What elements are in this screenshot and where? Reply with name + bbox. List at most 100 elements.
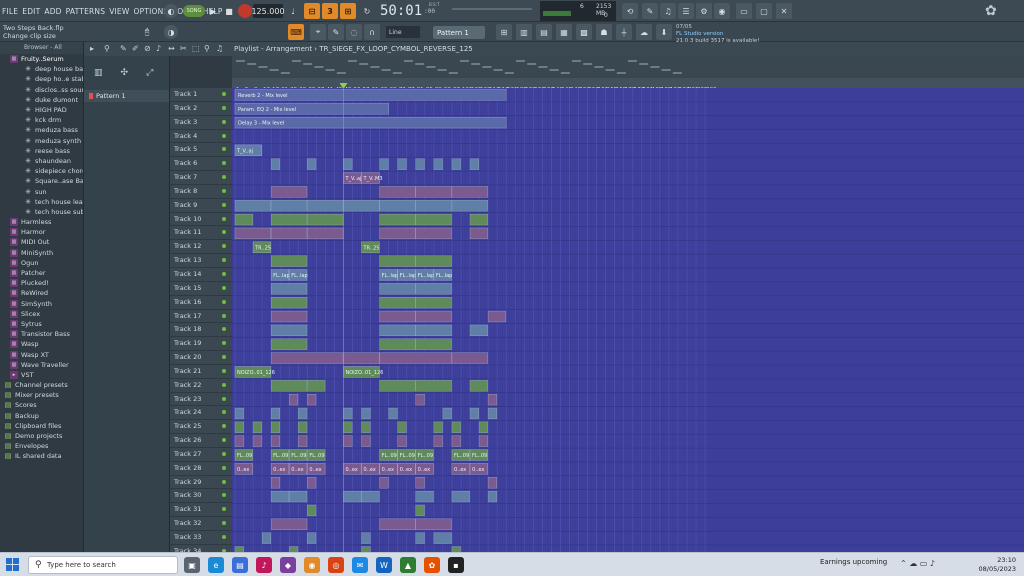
taskbar-search[interactable]: ⚲ Type here to search bbox=[28, 556, 178, 574]
browser-item[interactable]: ▤ IL shared data bbox=[0, 451, 83, 461]
browser-item[interactable]: ▥ Harmless bbox=[0, 217, 83, 227]
track-header[interactable]: Track 23 bbox=[170, 393, 232, 407]
track-header[interactable]: Track 10 bbox=[170, 213, 232, 227]
pattern-select[interactable]: Pattern 1 bbox=[433, 26, 485, 39]
piano-window-icon[interactable]: ▩ bbox=[576, 24, 592, 40]
browser-item[interactable]: ✳ HIGH PAD bbox=[0, 105, 83, 115]
browser-item[interactable]: ✳ disclos..ss sound bbox=[0, 85, 83, 95]
track-header[interactable]: Track 33 bbox=[170, 531, 232, 545]
metronome-icon[interactable]: ♩ bbox=[286, 4, 300, 18]
browser-item[interactable]: ▤ Scores bbox=[0, 400, 83, 410]
mute-tool-icon[interactable]: ♪ bbox=[156, 42, 161, 56]
browser-item[interactable]: ▥ Plucked! bbox=[0, 278, 83, 288]
browser-item[interactable]: ✳ meduza bass bbox=[0, 125, 83, 135]
track-header[interactable]: Track 27 bbox=[170, 448, 232, 462]
record-button[interactable] bbox=[238, 4, 252, 18]
playlist-overview[interactable] bbox=[232, 56, 1024, 78]
track-header[interactable]: Track 4 bbox=[170, 130, 232, 144]
track-header[interactable]: Track 28 bbox=[170, 462, 232, 476]
wait-for-input-icon[interactable]: ⌖ bbox=[310, 24, 326, 40]
track-header[interactable]: Track 13 bbox=[170, 254, 232, 268]
news-panel[interactable]: 07/05 FL Studio version 21.0.3 build 351… bbox=[676, 24, 766, 44]
track-mute-led[interactable] bbox=[222, 92, 226, 96]
select-tool-icon[interactable]: ⬚ bbox=[192, 42, 200, 56]
browser-item[interactable]: ✳ shaundean bbox=[0, 156, 83, 166]
browser-item[interactable]: ▥ Wasp XT bbox=[0, 349, 83, 359]
mixer-window-icon[interactable]: ▤ bbox=[536, 24, 552, 40]
browser-item[interactable]: ▤ Backup bbox=[0, 411, 83, 421]
track-mute-led[interactable] bbox=[222, 368, 226, 373]
browser-item[interactable]: ▥ Ogun bbox=[0, 258, 83, 268]
browser-item[interactable]: ✳ meduza synth bbox=[0, 136, 83, 146]
browser-item[interactable]: ▥ MiniSynth bbox=[0, 248, 83, 258]
track-header[interactable]: Track 26 bbox=[170, 434, 232, 448]
track-mute-led[interactable] bbox=[222, 341, 226, 346]
arrow-icon[interactable]: ▸ bbox=[90, 42, 94, 56]
track-header[interactable]: Track 25 bbox=[170, 420, 232, 435]
browser-item[interactable]: ▥ Slicex bbox=[0, 309, 83, 319]
track-header[interactable]: Track 20 bbox=[170, 351, 232, 365]
track-header[interactable]: Track 21 bbox=[170, 365, 232, 379]
track-header[interactable]: Track 7 bbox=[170, 171, 232, 185]
pattern-list-item[interactable]: Pattern 1 bbox=[84, 90, 169, 102]
timeline-ruler[interactable]: 1591317212529333741454953576165697377818… bbox=[232, 78, 1024, 93]
track-header[interactable]: Track 2 bbox=[170, 102, 232, 116]
track-mute-led[interactable] bbox=[222, 147, 226, 152]
window-minimize-icon[interactable]: ▭ bbox=[736, 3, 752, 19]
edge-icon[interactable]: e bbox=[208, 557, 224, 573]
track-mute-led[interactable] bbox=[222, 119, 226, 124]
track-header[interactable]: Track 31 bbox=[170, 503, 232, 518]
browser-item[interactable]: ▥ MIDI Out bbox=[0, 237, 83, 247]
browser-item[interactable]: ▥ Wasp bbox=[0, 339, 83, 349]
track-header[interactable]: Track 3 bbox=[170, 116, 232, 130]
piano-roll-icon[interactable]: ⚙ bbox=[696, 3, 712, 19]
browser-header[interactable]: Browser - All bbox=[0, 42, 83, 54]
browser-item[interactable]: ▥ Harmor bbox=[0, 227, 83, 237]
countdown-button[interactable]: 3 bbox=[322, 3, 338, 19]
brush-icon[interactable]: ✐ bbox=[132, 42, 139, 56]
browser-item[interactable]: ✳ kck drm bbox=[0, 115, 83, 125]
browser-icon[interactable]: ◉ bbox=[714, 3, 730, 19]
browser-item[interactable]: ✳ deep house bass bbox=[0, 64, 83, 74]
track-header[interactable]: Track 12 bbox=[170, 240, 232, 255]
track-mute-led[interactable] bbox=[222, 161, 226, 166]
browser-item[interactable]: ▥ Transistor Bass bbox=[0, 329, 83, 339]
cloud-icon[interactable]: ☁ bbox=[636, 24, 652, 40]
playback-tool-icon[interactable]: ♫ bbox=[216, 42, 223, 56]
track-mute-led[interactable] bbox=[222, 382, 226, 387]
track-header[interactable]: Track 29 bbox=[170, 476, 232, 490]
slice-tool-icon[interactable]: ✂ bbox=[180, 42, 187, 56]
browser-item[interactable]: ▥ Patcher bbox=[0, 268, 83, 278]
delete-tool-icon[interactable]: ⊘ bbox=[144, 42, 151, 56]
record-mode-icon[interactable]: ◌ bbox=[346, 24, 362, 40]
tempo-display[interactable]: 125.000 bbox=[251, 4, 285, 18]
channel-rack-icon[interactable]: ✎ bbox=[642, 3, 658, 19]
zoom-tool-icon[interactable]: ⚲ bbox=[204, 42, 210, 56]
mixer-icon[interactable]: ♫ bbox=[660, 3, 676, 19]
track-header[interactable]: Track 19 bbox=[170, 337, 232, 352]
track-header[interactable]: Track 9 bbox=[170, 199, 232, 213]
menu-edit[interactable]: EDIT bbox=[22, 7, 40, 16]
windows-start-icon[interactable] bbox=[6, 558, 20, 572]
play-button[interactable]: ▶ bbox=[206, 4, 220, 18]
track-header[interactable]: Track 8 bbox=[170, 185, 232, 199]
app-icon-5[interactable]: ▪ bbox=[448, 557, 464, 573]
track-mute-led[interactable] bbox=[222, 271, 226, 276]
master-pitch-knob[interactable]: ◑ bbox=[164, 25, 178, 39]
menu-file[interactable]: FILE bbox=[2, 7, 18, 16]
track-header[interactable]: Track 34 bbox=[170, 545, 232, 552]
track-mute-led[interactable] bbox=[222, 105, 226, 110]
track-mute-led[interactable] bbox=[222, 438, 226, 443]
track-mute-led[interactable] bbox=[222, 299, 226, 304]
typing-keyboard-button[interactable]: ⌨ bbox=[288, 24, 304, 40]
browser-item[interactable]: ▥ SimSynth bbox=[0, 299, 83, 309]
undo-history-icon[interactable]: ⟲ bbox=[622, 3, 638, 19]
browser-window-icon[interactable]: ☗ bbox=[596, 24, 612, 40]
app-icon-4[interactable]: ▲ bbox=[400, 557, 416, 573]
track-header[interactable]: Track 14 bbox=[170, 268, 232, 282]
pencil-icon[interactable]: ✎ bbox=[120, 42, 127, 56]
playlist-grid[interactable]: Reverb 2 - Mix level Param. EQ 2 - Mix le… bbox=[232, 88, 1024, 552]
plugin-picker-icon[interactable]: ⊞ bbox=[496, 24, 512, 40]
track-mute-led[interactable] bbox=[222, 188, 226, 193]
piano-icon[interactable]: ▥ bbox=[94, 68, 103, 78]
